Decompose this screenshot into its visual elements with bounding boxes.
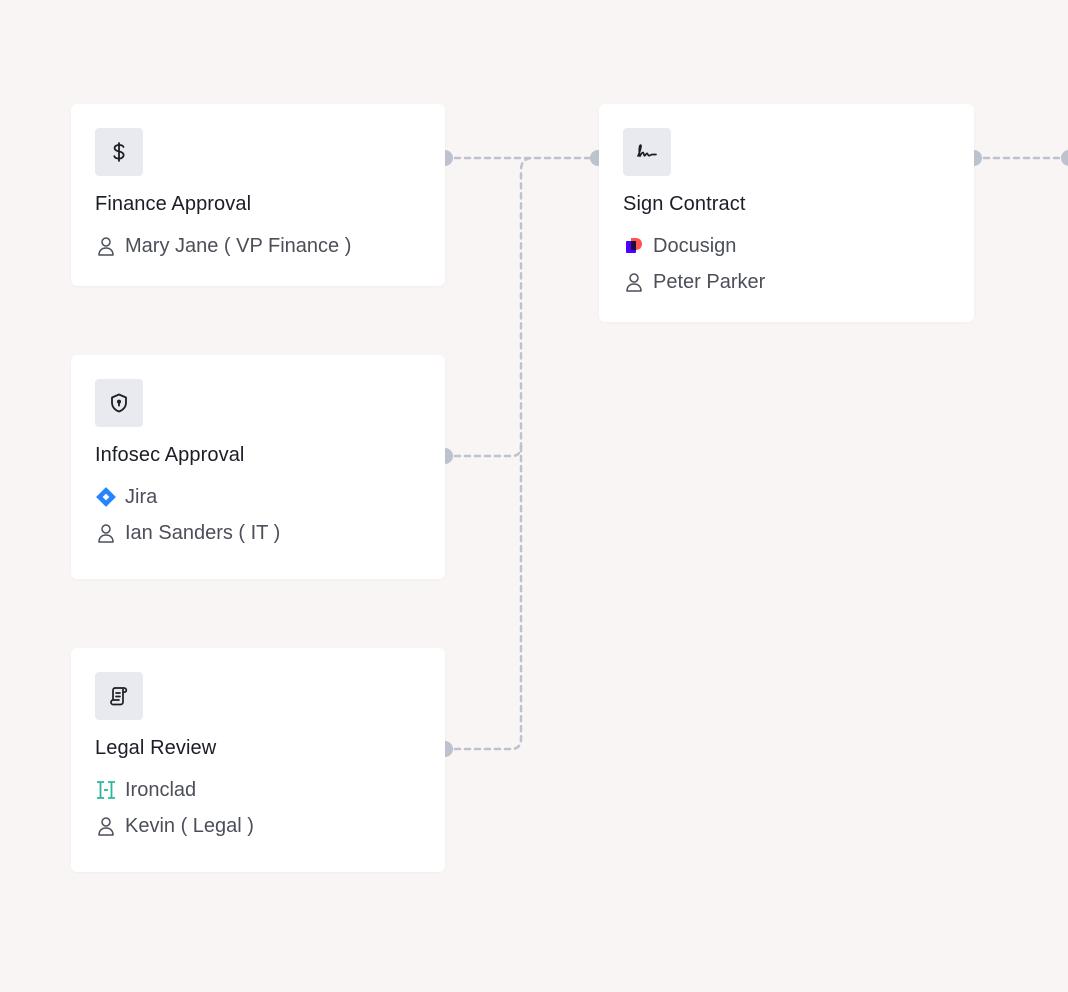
card-icon-tile (623, 128, 671, 176)
integration-name: Ironclad (125, 779, 197, 801)
card-infosec-approval[interactable]: Infosec Approval Jira Ian Sanders ( IT ) (71, 355, 445, 579)
card-icon-tile (95, 672, 143, 720)
shield-icon (111, 393, 127, 413)
user-icon (95, 235, 117, 257)
integration-row: Docusign (623, 234, 950, 258)
dollar-icon (113, 142, 125, 162)
docusign-logo-icon (623, 235, 645, 257)
integration-name: Docusign (653, 235, 737, 257)
card-icon-tile (95, 379, 143, 427)
ironclad-logo-icon (95, 779, 117, 801)
signature-icon (637, 144, 657, 158)
integration-row: Ironclad (95, 778, 421, 802)
assignee-name: Mary Jane ( VP Finance ) (125, 235, 352, 257)
port-next-in[interactable] (1061, 150, 1068, 166)
assignee-row: Kevin ( Legal ) (95, 814, 421, 838)
assignee-row: Mary Jane ( VP Finance ) (95, 234, 421, 258)
card-title: Finance Approval (95, 193, 252, 215)
assignee-name: Peter Parker (653, 271, 766, 293)
card-title: Legal Review (95, 737, 217, 759)
connector-legal-to-trunk (443, 444, 523, 751)
assignee-row: Ian Sanders ( IT ) (95, 521, 421, 545)
scroll-document-icon (110, 687, 128, 706)
integration-name: Jira (125, 486, 158, 508)
card-title: Infosec Approval (95, 444, 245, 466)
user-icon (95, 815, 117, 837)
card-title: Sign Contract (623, 193, 746, 215)
assignee-name: Kevin ( Legal ) (125, 815, 254, 837)
card-finance-approval[interactable]: Finance Approval Mary Jane ( VP Finance … (71, 104, 445, 286)
assignee-row: Peter Parker (623, 270, 950, 294)
card-sign-contract[interactable]: Sign Contract Docusign Peter Parker (599, 104, 974, 322)
jira-logo-icon (95, 486, 117, 508)
connector-infosec-to-trunk (443, 156, 535, 458)
card-icon-tile (95, 128, 143, 176)
assignee-name: Ian Sanders ( IT ) (125, 522, 281, 544)
user-icon (623, 271, 645, 293)
card-legal-review[interactable]: Legal Review Ironclad Kevin ( Legal ) (71, 648, 445, 872)
integration-row: Jira (95, 485, 421, 509)
user-icon (95, 522, 117, 544)
